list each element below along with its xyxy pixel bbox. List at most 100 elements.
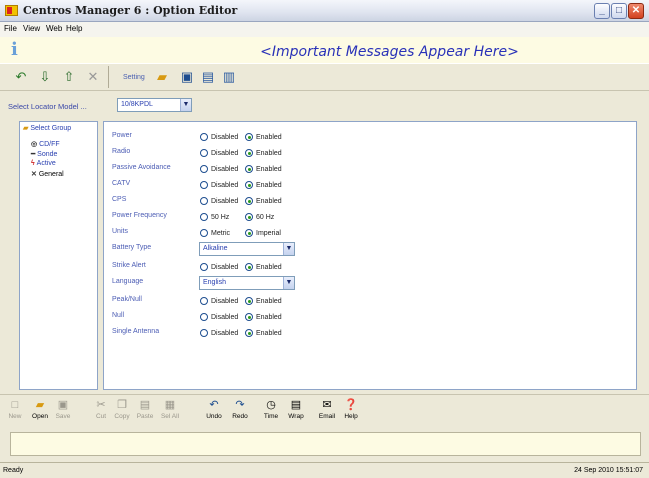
option-label: Single Antenna [112, 328, 160, 335]
locator-select[interactable]: 10/8KPDL ▼ [117, 98, 192, 112]
tree-root-label: Select Group [30, 125, 72, 132]
banner-message: <Important Messages Appear Here> [260, 44, 519, 60]
clock-icon: ◷ [266, 399, 276, 411]
option-label: Passive Avoidance [112, 164, 171, 171]
paste-button[interactable]: ▤ Paste [132, 398, 158, 428]
radio-units-imperial[interactable]: Imperial [245, 229, 281, 237]
email-button[interactable]: ✉ Email [314, 398, 340, 428]
minimize-button[interactable]: _ [594, 3, 610, 19]
tree-item-label: General [38, 171, 64, 178]
message-box[interactable] [10, 432, 641, 456]
window-title: Centros Manager 6 : Option Editor [23, 4, 238, 17]
option-label: Battery Type [112, 244, 152, 251]
select-all-icon: ▦ [164, 399, 176, 411]
chevron-down-icon: ▼ [283, 243, 294, 255]
battery-type-select[interactable]: Alkaline ▼ [199, 242, 295, 256]
status-text: Ready [3, 467, 24, 474]
radio-passive-enabled[interactable]: Enabled [245, 165, 282, 173]
help-icon: ❓ [344, 399, 358, 411]
language-select[interactable]: English ▼ [199, 276, 295, 290]
export-settings-icon[interactable]: ▥ [220, 68, 238, 86]
tree-item-label: CD/FF [39, 141, 60, 148]
undo-button[interactable]: ↶ Undo [201, 398, 227, 428]
option-label: Peak/Null [112, 296, 142, 303]
status-bar [0, 462, 649, 478]
option-label: Units [112, 228, 128, 235]
menu-view[interactable]: View [23, 24, 40, 33]
new-file-icon: □ [11, 399, 19, 411]
option-label: CPS [112, 196, 127, 203]
open-folder-icon[interactable]: ▰ [153, 68, 171, 86]
maximize-button[interactable]: □ [611, 3, 627, 19]
email-icon: ✉ [322, 399, 332, 411]
delete-icon[interactable]: ✕ [84, 68, 102, 86]
radio-null-disabled[interactable]: Disabled [200, 313, 238, 321]
radio-catv-enabled[interactable]: Enabled [245, 181, 282, 189]
radio-radio-enabled[interactable]: Enabled [245, 149, 282, 157]
tree-item-active[interactable]: ϟ Active [31, 160, 56, 167]
tools-icon: ✕ [31, 171, 37, 178]
radio-cps-disabled[interactable]: Disabled [200, 197, 238, 205]
radio-antenna-enabled[interactable]: Enabled [245, 329, 282, 337]
option-label: Strike Alert [112, 262, 146, 269]
option-label: CATV [112, 180, 131, 187]
tree-root[interactable]: ▰ Select Group [23, 124, 71, 132]
radio-peaknull-enabled[interactable]: Enabled [245, 297, 282, 305]
undo-icon: ↶ [209, 399, 219, 411]
radio-power-enabled[interactable]: Enabled [245, 133, 282, 141]
tree-item-sonde[interactable]: ━ Sonde [31, 150, 57, 158]
chevron-down-icon: ▼ [283, 277, 294, 289]
radio-radio-disabled[interactable]: Disabled [200, 149, 238, 157]
app-icon [5, 5, 18, 16]
help-button[interactable]: ❓ Help [338, 398, 364, 428]
select-all-button[interactable]: ▦ Sel All [157, 398, 183, 428]
redo-icon: ↷ [235, 399, 245, 411]
radio-power-disabled[interactable]: Disabled [200, 133, 238, 141]
tree-item-label: Sonde [37, 151, 58, 158]
cd-icon: ◎ [31, 141, 38, 148]
back-icon[interactable]: ↶ [12, 68, 30, 86]
chevron-down-icon: ▼ [180, 99, 191, 111]
radio-catv-disabled[interactable]: Disabled [200, 181, 238, 189]
time-button[interactable]: ◷ Time [258, 398, 284, 428]
menu-file[interactable]: File [4, 24, 17, 33]
radio-units-metric[interactable]: Metric [200, 229, 230, 237]
radio-peaknull-disabled[interactable]: Disabled [200, 297, 238, 305]
options-panel [103, 121, 637, 390]
close-button[interactable]: ✕ [628, 3, 644, 19]
active-icon: ϟ [31, 160, 35, 167]
option-label: Power Frequency [112, 212, 167, 219]
radio-cps-enabled[interactable]: Enabled [245, 197, 282, 205]
save-as-icon[interactable]: ▤ [199, 68, 217, 86]
radio-passive-disabled[interactable]: Disabled [200, 165, 238, 173]
option-label: Null [112, 312, 125, 319]
save-button[interactable]: ▣ Save [50, 398, 76, 428]
radio-frequency-60[interactable]: 60 Hz [245, 213, 274, 221]
menu-web[interactable]: Web [46, 24, 62, 33]
redo-button[interactable]: ↷ Redo [227, 398, 253, 428]
battery-type-value: Alkaline [203, 245, 228, 252]
paste-icon: ▤ [139, 399, 151, 411]
tree-item-cdff[interactable]: ◎ CD/FF [31, 140, 60, 148]
wrap-button[interactable]: ▤ Wrap [283, 398, 309, 428]
new-button[interactable]: □ New [2, 398, 28, 428]
tree-item-general[interactable]: ✕ General [31, 170, 64, 178]
tree-item-label: Active [36, 160, 56, 167]
sonde-icon: ━ [31, 151, 36, 158]
radio-null-enabled[interactable]: Enabled [245, 313, 282, 321]
radio-strike-disabled[interactable]: Disabled [200, 263, 238, 271]
menu-help[interactable]: Help [66, 24, 82, 33]
save-icon[interactable]: ▣ [178, 68, 196, 86]
folder-icon: ▰ [23, 125, 29, 132]
option-label: Power [112, 132, 132, 139]
import-icon[interactable]: ⇩ [36, 68, 54, 86]
radio-frequency-50[interactable]: 50 Hz [200, 213, 229, 221]
export-icon[interactable]: ⇧ [60, 68, 78, 86]
status-datetime: 24 Sep 2010 15:51:07 [574, 467, 643, 474]
setting-label: Setting [123, 74, 145, 81]
toolbar-separator [108, 66, 109, 88]
radio-strike-enabled[interactable]: Enabled [245, 263, 282, 271]
language-value: English [203, 279, 226, 286]
menu-bar [0, 22, 649, 37]
radio-antenna-disabled[interactable]: Disabled [200, 329, 238, 337]
